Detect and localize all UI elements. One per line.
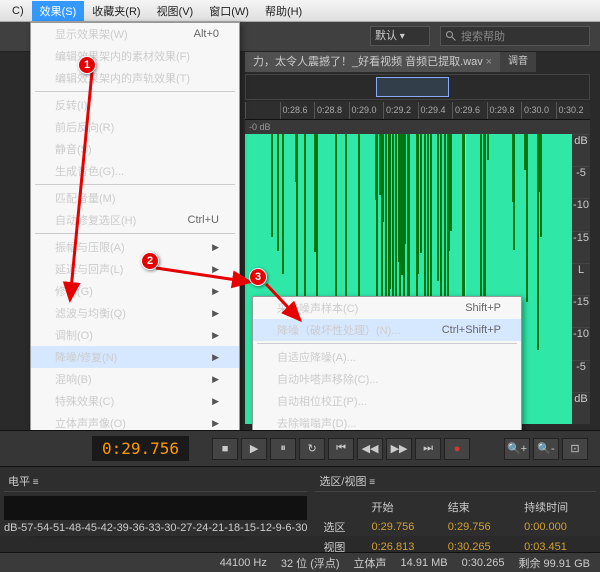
menu-help[interactable]: 帮助(H): [257, 1, 310, 21]
menu-item[interactable]: 自动咔嗒声移除(C)...: [253, 368, 521, 390]
forward-button[interactable]: ▶▶: [386, 438, 412, 460]
close-icon[interactable]: ×: [486, 56, 492, 68]
menu-item[interactable]: 自动修复选区(H)Ctrl+U: [31, 209, 239, 231]
menu-c[interactable]: C): [4, 3, 32, 19]
menu-item[interactable]: 降噪/修复(N)▶: [31, 346, 239, 368]
overview-selection[interactable]: [376, 77, 449, 97]
skip-fwd-button[interactable]: ⏭: [415, 438, 441, 460]
menu-item[interactable]: 特殊效果(C)▶: [31, 390, 239, 412]
stop-button[interactable]: ■: [212, 438, 238, 460]
timecode-display[interactable]: 0:29.756: [92, 436, 189, 461]
level-meter-bars: [4, 496, 307, 520]
bottom-panels: 电平 ≡ dB-57-54-51-48-45-42-39-36-33-30-27…: [0, 466, 600, 536]
help-search[interactable]: 搜索帮助: [440, 26, 590, 46]
annotation-3: 3: [249, 268, 267, 286]
menu-item[interactable]: 显示效果架(W)Alt+0: [31, 23, 239, 45]
file-tab[interactable]: 力，太令人震撼了！_好看视频 音频已提取.wav ×: [245, 52, 501, 72]
menu-item: 编辑效果架内的声轨效果(T): [31, 67, 239, 89]
search-icon: [445, 30, 457, 42]
record-button[interactable]: ●: [444, 438, 470, 460]
menu-item[interactable]: 延迟与回声(L)▶: [31, 258, 239, 280]
menu-item[interactable]: 静音(S): [31, 138, 239, 160]
level-meter-scale: dB-57-54-51-48-45-42-39-36-33-30-27-24-2…: [4, 522, 307, 534]
menu-item: 采集噪声样本(C)Shift+P: [253, 297, 521, 319]
search-placeholder: 搜索帮助: [461, 28, 505, 44]
level-meter-title: 电平 ≡: [4, 471, 307, 492]
menu-favorites[interactable]: 收藏夹(R): [84, 1, 148, 21]
zoom-in-button[interactable]: 🔍+: [504, 438, 530, 460]
amplitude-scale: dB-5-10-15L-15-10-5dB: [572, 134, 590, 424]
selection-panel: 选区/视图 ≡ 开始结束持续时间 选区0:29.7560:29.7560:00.…: [311, 467, 600, 536]
overview-strip[interactable]: [245, 74, 590, 100]
menu-item[interactable]: 混响(B)▶: [31, 368, 239, 390]
menu-item[interactable]: 降噪（破坏性处理）(N)...Ctrl+Shift+P: [253, 319, 521, 341]
annotation-2: 2: [141, 252, 159, 270]
menu-item[interactable]: 振幅与压限(A)▶: [31, 236, 239, 258]
pause-button[interactable]: ⏸: [270, 438, 296, 460]
menu-item[interactable]: 调制(O)▶: [31, 324, 239, 346]
workspace-dropdown[interactable]: 默认 ▾: [370, 26, 430, 46]
menu-item[interactable]: 前后反向(R): [31, 116, 239, 138]
menu-effects[interactable]: 效果(S): [32, 1, 85, 21]
play-button[interactable]: ▶: [241, 438, 267, 460]
skip-back-button[interactable]: ⏮: [328, 438, 354, 460]
selection-table: 开始结束持续时间 选区0:29.7560:29.7560:00.000 视图0:…: [315, 496, 596, 558]
mixer-tab[interactable]: 调音: [500, 52, 536, 72]
menu-item[interactable]: 滤波与均衡(Q)▶: [31, 302, 239, 324]
menu-item[interactable]: 反转(I): [31, 94, 239, 116]
rewind-button[interactable]: ◀◀: [357, 438, 383, 460]
menu-item[interactable]: 匹配音量(M): [31, 187, 239, 209]
menu-view[interactable]: 视图(V): [149, 1, 202, 21]
menu-window[interactable]: 窗口(W): [201, 1, 257, 21]
menu-item: 编辑效果架内的素材效果(F): [31, 45, 239, 67]
annotation-1: 1: [78, 56, 96, 74]
table-row: 选区0:29.7560:29.7560:00.000: [317, 518, 594, 536]
zoom-fit-button[interactable]: ⊡: [562, 438, 588, 460]
selection-title: 选区/视图 ≡: [315, 471, 596, 492]
menu-item[interactable]: 自适应降噪(A)...: [253, 346, 521, 368]
menu-item[interactable]: 生成音色(G)...: [31, 160, 239, 182]
level-meter-panel: 电平 ≡ dB-57-54-51-48-45-42-39-36-33-30-27…: [0, 467, 311, 536]
menu-item[interactable]: 自动相位校正(P)...: [253, 390, 521, 412]
zoom-out-button[interactable]: 🔍-: [533, 438, 559, 460]
time-ruler[interactable]: 0:28.60:28.80:29.00:29.20:29.40:29.60:29…: [245, 102, 590, 120]
db-bar: -0 dB: [245, 120, 590, 134]
status-bar: 44100 Hz32 位 (浮点)立体声14.91 MB0:30.265剩余 9…: [0, 552, 600, 572]
transport-bar: 0:29.756 ■ ▶ ⏸ ↻ ⏮ ◀◀ ▶▶ ⏭ ● 🔍+ 🔍- ⊡: [0, 430, 600, 466]
loop-button[interactable]: ↻: [299, 438, 325, 460]
menubar: C) 效果(S) 收藏夹(R) 视图(V) 窗口(W) 帮助(H): [0, 0, 600, 22]
menu-item[interactable]: 修复(G)▶: [31, 280, 239, 302]
